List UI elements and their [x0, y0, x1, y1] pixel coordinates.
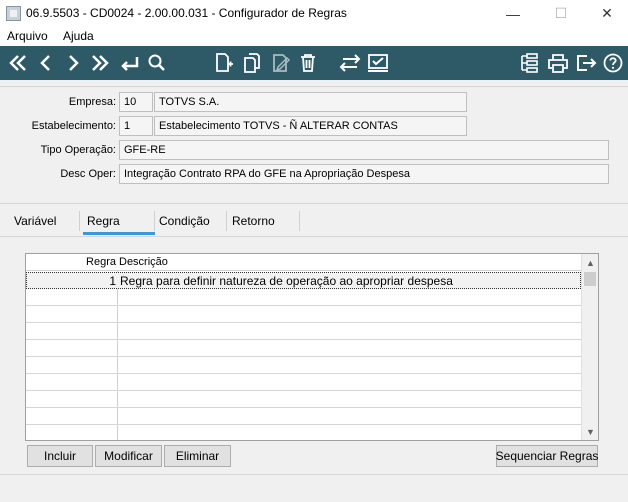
- tipo-operacao-label: Tipo Operação:: [40, 144, 116, 156]
- title-bar: 06.9.5503 - CD0024 - 2.00.00.031 - Confi…: [0, 0, 628, 27]
- tipo-operacao-field[interactable]: GFE-RE: [119, 140, 609, 160]
- tab-separator: [154, 211, 155, 231]
- exit-icon: [577, 55, 597, 71]
- delete-record-button[interactable]: [296, 50, 320, 76]
- estabelecimento-name-field: Estabelecimento TOTVS - Ñ ALTERAR CONTAS: [154, 116, 467, 136]
- copy-record-button[interactable]: [240, 50, 264, 76]
- query-icon: [368, 54, 388, 72]
- tab-regra[interactable]: Regra: [87, 214, 120, 228]
- tab-retorno[interactable]: Retorno: [232, 214, 275, 228]
- exit-button[interactable]: [574, 50, 598, 76]
- menu-bar: Arquivo Ajuda: [0, 27, 628, 46]
- scroll-thumb[interactable]: [584, 272, 596, 286]
- empty-row[interactable]: [26, 357, 581, 374]
- last-record-icon: [92, 55, 109, 71]
- column-header-descricao[interactable]: Descrição: [119, 256, 168, 268]
- cell-descricao: Regra para definir natureza de operação …: [120, 274, 453, 288]
- active-tab-indicator: [83, 232, 155, 235]
- goto-record-icon: [121, 57, 139, 71]
- query-button[interactable]: [365, 50, 391, 76]
- scroll-up-icon[interactable]: ▲: [582, 254, 598, 271]
- eliminar-button[interactable]: Eliminar: [164, 445, 231, 467]
- empty-row[interactable]: [26, 391, 581, 408]
- empresa-code-field[interactable]: 10: [119, 92, 153, 112]
- new-record-icon: [216, 53, 233, 72]
- tab-variavel[interactable]: Variável: [14, 214, 56, 228]
- exchange-icon: [339, 54, 361, 72]
- estabelecimento-label: Estabelecimento:: [31, 120, 116, 132]
- desc-oper-label: Desc Oper:: [60, 168, 116, 180]
- empty-row[interactable]: [26, 306, 581, 323]
- help-icon: [603, 53, 623, 73]
- new-record-button[interactable]: [211, 50, 235, 76]
- next-record-icon: [69, 55, 79, 71]
- copy-record-icon: [244, 53, 260, 73]
- print-button[interactable]: [546, 50, 570, 76]
- app-icon: [6, 6, 21, 21]
- first-record-button[interactable]: [6, 50, 30, 76]
- first-record-icon: [9, 55, 26, 71]
- modificar-button[interactable]: Modificar: [95, 445, 162, 467]
- last-record-button[interactable]: [88, 50, 112, 76]
- search-button[interactable]: [145, 50, 169, 76]
- empresa-label: Empresa:: [68, 96, 116, 108]
- column-header-regra[interactable]: Regra: [26, 256, 116, 268]
- tab-condicao[interactable]: Condição: [159, 214, 210, 228]
- grid-scrollbar[interactable]: ▲ ▼: [581, 254, 598, 440]
- help-button[interactable]: [601, 50, 625, 76]
- scroll-down-icon[interactable]: ▼: [582, 423, 598, 440]
- incluir-button[interactable]: Incluir: [27, 445, 93, 467]
- tab-separator: [299, 211, 300, 231]
- tab-bar: Variável Regra Condição Retorno: [0, 208, 628, 236]
- sequenciar-regras-button[interactable]: Sequenciar Regras: [496, 445, 598, 467]
- cell-regra: 1: [109, 274, 116, 288]
- regras-grid[interactable]: Regra Descrição 1 Regra para definir nat…: [25, 253, 599, 441]
- tab-separator: [226, 211, 227, 231]
- edit-record-button[interactable]: [269, 50, 293, 76]
- print-icon: [548, 54, 568, 73]
- goto-record-button[interactable]: [117, 50, 141, 76]
- window-title: 06.9.5503 - CD0024 - 2.00.00.031 - Confi…: [26, 6, 347, 20]
- empresa-name-field: TOTVS S.A.: [154, 92, 467, 112]
- maximize-button[interactable]: ☐: [538, 0, 584, 27]
- empty-row[interactable]: [26, 408, 581, 425]
- exchange-button[interactable]: [336, 50, 364, 76]
- edit-record-icon: [273, 54, 291, 72]
- minimize-button[interactable]: —: [490, 0, 536, 27]
- tab-separator: [79, 211, 80, 231]
- menu-ajuda[interactable]: Ajuda: [63, 29, 94, 43]
- empty-row[interactable]: [26, 323, 581, 340]
- estabelecimento-code-field[interactable]: 1: [119, 116, 153, 136]
- menu-arquivo[interactable]: Arquivo: [7, 29, 48, 43]
- desc-oper-field[interactable]: Integração Contrato RPA do GFE na Apropr…: [119, 164, 609, 184]
- navigator-icon: [521, 53, 538, 73]
- grid-header: Regra Descrição: [26, 254, 581, 271]
- table-row[interactable]: 1 Regra para definir natureza de operaçã…: [26, 272, 581, 289]
- empty-row[interactable]: [26, 374, 581, 391]
- previous-record-icon: [40, 55, 50, 71]
- search-icon: [148, 54, 165, 71]
- delete-record-icon: [301, 54, 315, 72]
- toolbar: [0, 46, 628, 80]
- empty-row[interactable]: [26, 425, 581, 440]
- empty-row[interactable]: [26, 289, 581, 306]
- empty-row[interactable]: [26, 340, 581, 357]
- next-record-button[interactable]: [61, 50, 85, 76]
- navigator-button[interactable]: [518, 50, 542, 76]
- close-button[interactable]: ✕: [584, 0, 628, 27]
- previous-record-button[interactable]: [34, 50, 58, 76]
- status-bar: [0, 474, 628, 502]
